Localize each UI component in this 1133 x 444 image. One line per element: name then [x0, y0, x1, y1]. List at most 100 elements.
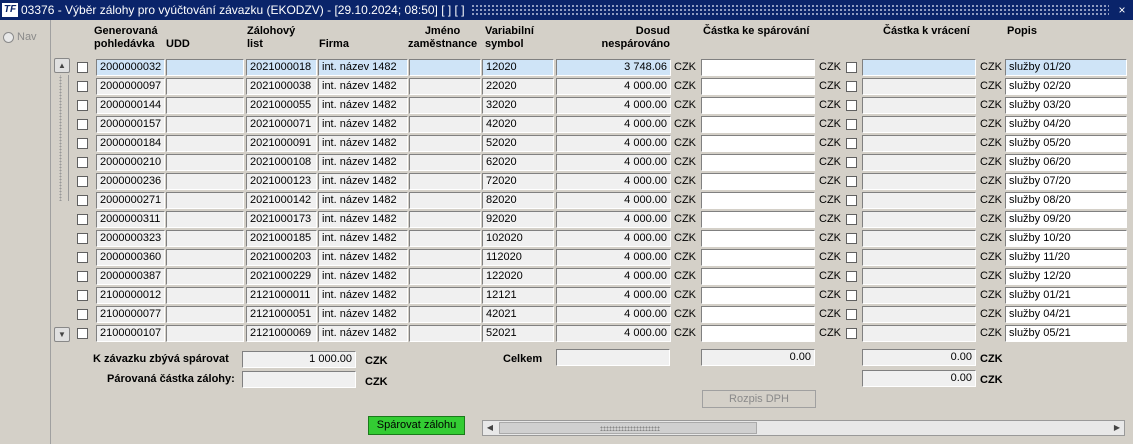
table-row[interactable]: 2100000107 2121000069 int. název 1482 52021… [0, 324, 1133, 343]
cell-description: služby 12/20 [1005, 268, 1127, 285]
row-select-checkbox[interactable] [77, 271, 88, 282]
cell-advance-invoice: 2021000055 [246, 97, 317, 114]
cell-amount-to-pair[interactable] [701, 325, 815, 342]
cell-unpaired: 4 000.00 [556, 116, 671, 133]
total-unpaired-field [556, 349, 670, 366]
table-row[interactable]: 2000000323 2021000185 int. název 1482 10202… [0, 229, 1133, 248]
table-row[interactable]: 2000000236 2021000123 int. název 1482 72020… [0, 172, 1133, 191]
cell-advance-invoice: 2021000123 [246, 173, 317, 190]
refund-checkbox[interactable] [846, 195, 857, 206]
refund-checkbox[interactable] [846, 138, 857, 149]
row-select-checkbox[interactable] [77, 157, 88, 168]
row-select-checkbox[interactable] [77, 328, 88, 339]
table-row[interactable]: 2000000097 2021000038 int. název 1482 22020… [0, 77, 1133, 96]
cell-amount-to-pair[interactable] [701, 78, 815, 95]
table-row[interactable]: 2000000360 2021000203 int. název 1482 11202… [0, 248, 1133, 267]
cell-unpaired: 4 000.00 [556, 268, 671, 285]
refund-checkbox[interactable] [846, 100, 857, 111]
cell-employee-name [409, 135, 481, 152]
row-select-checkbox[interactable] [77, 62, 88, 73]
cell-amount-to-pair[interactable] [701, 192, 815, 209]
row-select-checkbox[interactable] [77, 119, 88, 130]
refund-checkbox[interactable] [846, 252, 857, 263]
cell-advance-invoice: 2121000069 [246, 325, 317, 342]
cell-pair-currency: CZK [819, 61, 841, 73]
table-row[interactable]: 2100000077 2121000051 int. název 1482 42021… [0, 305, 1133, 324]
cell-generated-receivable: 2000000236 [96, 173, 165, 190]
cell-employee-name [409, 287, 481, 304]
refund-checkbox[interactable] [846, 214, 857, 225]
cell-unpaired: 4 000.00 [556, 97, 671, 114]
cell-unpaired-currency: CZK [674, 251, 696, 263]
cell-udd [166, 154, 244, 171]
row-select-checkbox[interactable] [77, 309, 88, 320]
cell-employee-name [409, 249, 481, 266]
row-select-checkbox[interactable] [77, 290, 88, 301]
table-row[interactable]: 2000000271 2021000142 int. název 1482 82020… [0, 191, 1133, 210]
refund-checkbox[interactable] [846, 157, 857, 168]
cell-amount-to-pair[interactable] [701, 97, 815, 114]
refund-checkbox[interactable] [846, 271, 857, 282]
cell-amount-to-pair[interactable] [701, 287, 815, 304]
row-select-checkbox[interactable] [77, 233, 88, 244]
scroll-left-icon[interactable]: ◀ [483, 421, 497, 435]
cell-amount-to-refund [862, 325, 976, 342]
refund-checkbox[interactable] [846, 290, 857, 301]
cell-generated-receivable: 2000000271 [96, 192, 165, 209]
close-icon[interactable]: × [1115, 3, 1129, 17]
cell-pair-currency: CZK [819, 175, 841, 187]
row-select-checkbox[interactable] [77, 252, 88, 263]
cell-amount-to-pair[interactable] [701, 268, 815, 285]
table-row[interactable]: 2000000387 2021000229 int. název 1482 12202… [0, 267, 1133, 286]
cell-amount-to-pair[interactable] [701, 59, 815, 76]
row-select-checkbox[interactable] [77, 138, 88, 149]
cell-amount-to-pair[interactable] [701, 173, 815, 190]
table-row[interactable]: 2000000144 2021000055 int. název 1482 32020… [0, 96, 1133, 115]
cell-unpaired: 4 000.00 [556, 192, 671, 209]
refund-checkbox[interactable] [846, 62, 857, 73]
row-select-checkbox[interactable] [77, 81, 88, 92]
table-row[interactable]: 2000000311 2021000173 int. název 1482 92020… [0, 210, 1133, 229]
table-row[interactable]: 2100000012 2121000011 int. název 1482 12121… [0, 286, 1133, 305]
row-select-checkbox[interactable] [77, 176, 88, 187]
cell-amount-to-pair[interactable] [701, 154, 815, 171]
remaining-to-pair-field: 1 000.00 [242, 351, 356, 368]
cell-refund-currency: CZK [980, 137, 1002, 149]
cell-description: služby 01/21 [1005, 287, 1127, 304]
header-amount-to-pair: Částka ke spárování [703, 25, 810, 37]
scroll-right-icon[interactable]: ▶ [1110, 421, 1124, 435]
refund-checkbox[interactable] [846, 81, 857, 92]
table-row[interactable]: 2000000210 2021000108 int. název 1482 62020… [0, 153, 1133, 172]
table-row[interactable]: 2000000157 2021000071 int. název 1482 42020… [0, 115, 1133, 134]
cell-pair-currency: CZK [819, 118, 841, 130]
cell-amount-to-refund [862, 173, 976, 190]
table-row[interactable]: 2000000032 2021000018 int. název 1482 12020… [0, 58, 1133, 77]
cell-generated-receivable: 2000000210 [96, 154, 165, 171]
cell-amount-to-pair[interactable] [701, 211, 815, 228]
horizontal-scroll-thumb[interactable] [499, 422, 757, 434]
cell-amount-to-pair[interactable] [701, 230, 815, 247]
cell-description: služby 03/20 [1005, 97, 1127, 114]
row-select-checkbox[interactable] [77, 100, 88, 111]
row-select-checkbox[interactable] [77, 214, 88, 225]
row-select-checkbox[interactable] [77, 195, 88, 206]
cell-description: služby 09/20 [1005, 211, 1127, 228]
cell-amount-to-pair[interactable] [701, 249, 815, 266]
refund-checkbox[interactable] [846, 233, 857, 244]
refund-checkbox[interactable] [846, 176, 857, 187]
refund-checkbox[interactable] [846, 119, 857, 130]
cell-unpaired-currency: CZK [674, 308, 696, 320]
pair-advance-button[interactable]: Spárovat zálohu [368, 416, 465, 435]
cell-employee-name [409, 173, 481, 190]
cell-amount-to-pair[interactable] [701, 135, 815, 152]
refund-checkbox[interactable] [846, 309, 857, 320]
refund-checkbox[interactable] [846, 328, 857, 339]
cell-unpaired-currency: CZK [674, 80, 696, 92]
horizontal-scrollbar[interactable]: ◀ ▶ [482, 420, 1125, 436]
cell-amount-to-pair[interactable] [701, 116, 815, 133]
table-row[interactable]: 2000000184 2021000091 int. název 1482 52020… [0, 134, 1133, 153]
nav-toggle[interactable]: Nav [3, 31, 37, 43]
cell-company: int. název 1482 [318, 97, 408, 114]
cell-amount-to-pair[interactable] [701, 306, 815, 323]
vat-breakdown-button[interactable]: Rozpis DPH [702, 390, 816, 408]
